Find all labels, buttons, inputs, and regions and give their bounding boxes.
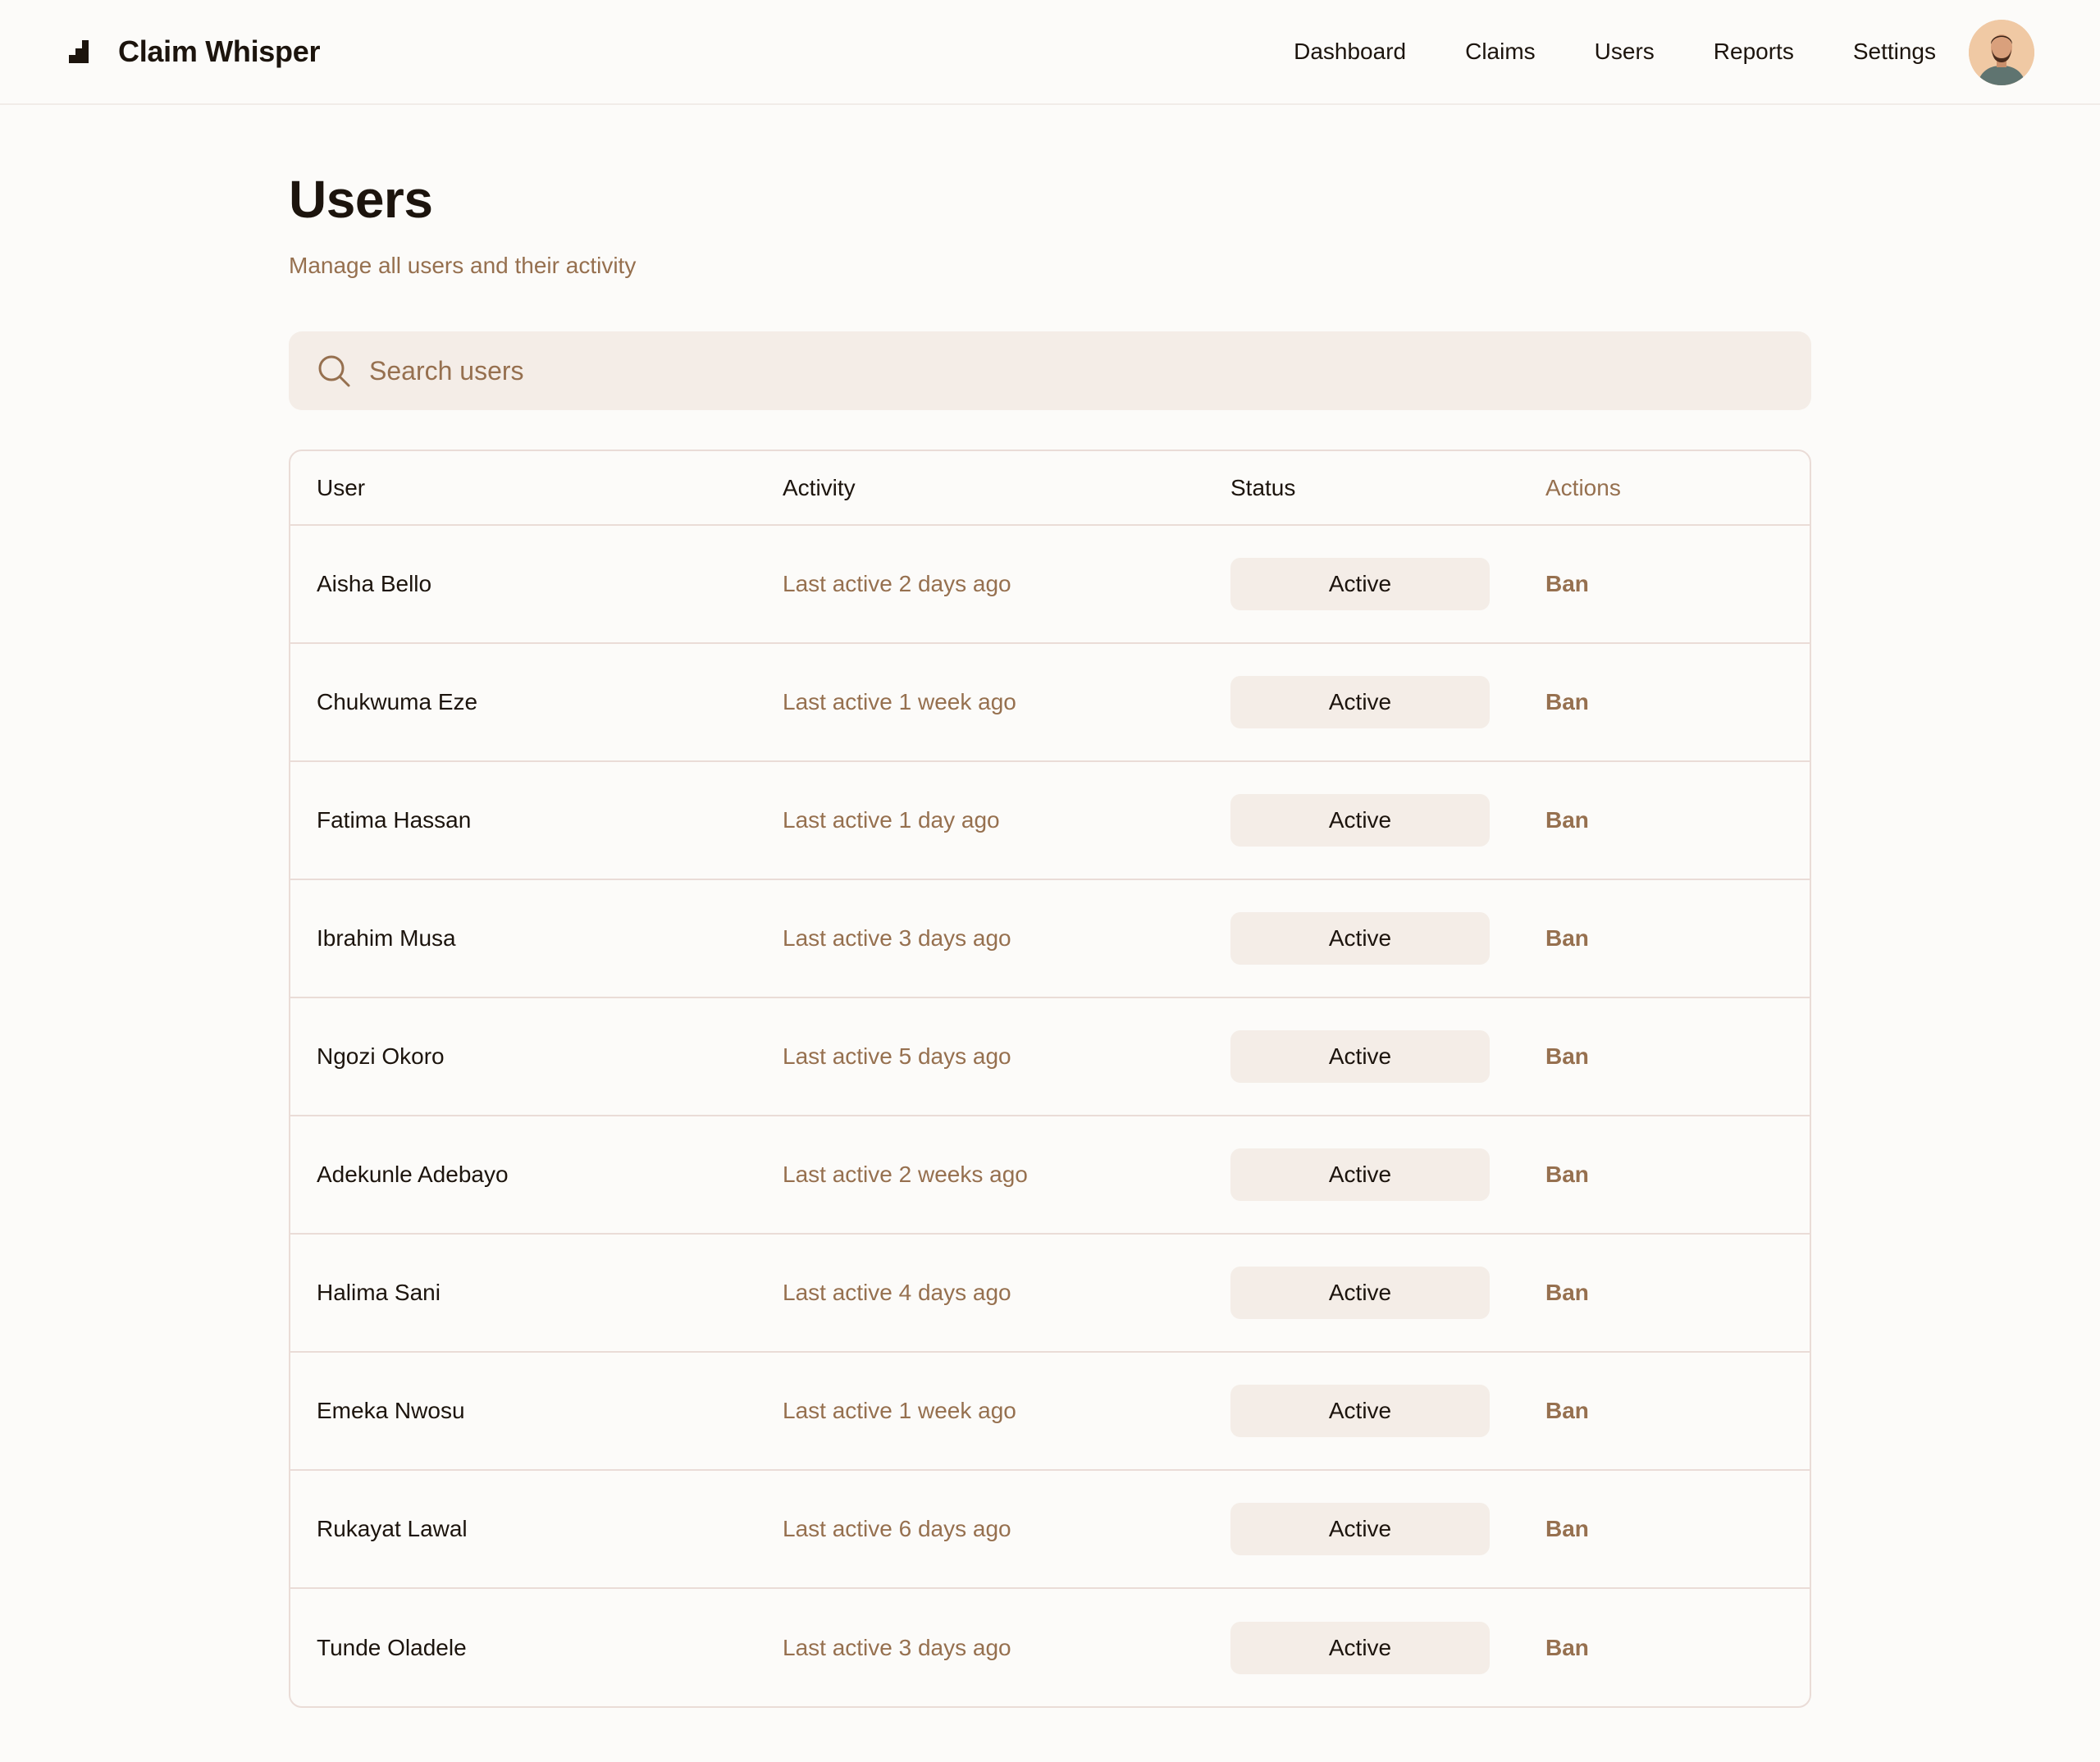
table-row: Emeka Nwosu Last active 1 week ago Activ…	[290, 1352, 1810, 1471]
main-nav: Dashboard Claims Users Reports Settings	[1235, 0, 1936, 103]
user-avatar[interactable]	[1969, 20, 2034, 85]
nav-reports[interactable]: Reports	[1714, 39, 1794, 65]
user-activity: Last active 1 week ago	[756, 1352, 1206, 1471]
user-name: Ibrahim Musa	[290, 879, 756, 998]
user-name: Ngozi Okoro	[290, 997, 756, 1116]
users-table: User Activity Status Actions Aisha Bello…	[290, 451, 1810, 1706]
user-name: Aisha Bello	[290, 525, 756, 644]
user-activity: Last active 3 days ago	[783, 1634, 1011, 1660]
status-badge[interactable]: Active	[1230, 912, 1490, 965]
ban-button[interactable]: Ban	[1545, 807, 1589, 833]
ban-button[interactable]: Ban	[1545, 1043, 1589, 1069]
status-badge[interactable]: Active	[1230, 1148, 1490, 1201]
column-header-status: Status	[1206, 451, 1519, 526]
app-title: Claim Whisper	[118, 34, 321, 68]
status-badge[interactable]: Active	[1230, 1030, 1490, 1083]
table-row: Ngozi Okoro Last active 5 days ago Activ…	[290, 997, 1810, 1116]
page-subtitle: Manage all users and their activity	[289, 253, 637, 278]
table-row: Rukayat Lawal Last active 6 days ago Act…	[290, 1470, 1810, 1589]
table-header-row: User Activity Status Actions	[290, 451, 1810, 526]
user-name: Chukwuma Eze	[290, 643, 756, 762]
table-row: Ibrahim Musa Last active 3 days ago Acti…	[290, 879, 1810, 998]
table-row: Aisha Bello Last active 2 days ago Activ…	[290, 525, 1810, 644]
user-name: Halima Sani	[290, 1234, 756, 1353]
status-badge[interactable]: Active	[1230, 794, 1490, 847]
table-row: Fatima Hassan Last active 1 day ago Acti…	[290, 761, 1810, 880]
ban-button[interactable]: Ban	[1545, 1398, 1589, 1423]
status-badge[interactable]: Active	[1230, 1385, 1490, 1437]
status-badge[interactable]: Active	[1230, 676, 1490, 728]
table-row: Tunde Oladele Last active 3 days ago Act…	[290, 1588, 1810, 1706]
search-input[interactable]	[369, 355, 1764, 386]
search-bar[interactable]	[289, 331, 1811, 410]
ban-button[interactable]: Ban	[1545, 1280, 1589, 1305]
page-title: Users	[289, 170, 433, 229]
user-activity: Last active 6 days ago	[756, 1470, 1206, 1589]
column-header-actions: Actions	[1519, 451, 1810, 526]
column-header-activity: Activity	[756, 451, 1206, 526]
ban-button[interactable]: Ban	[1545, 1162, 1589, 1187]
users-table-container: User Activity Status Actions Aisha Bello…	[289, 450, 1811, 1708]
avatar-portrait-icon	[1969, 20, 2034, 85]
user-activity: Last active 1 week ago	[756, 643, 1206, 762]
status-badge[interactable]: Active	[1230, 1621, 1490, 1674]
ban-button[interactable]: Ban	[1545, 689, 1589, 714]
user-name: Fatima Hassan	[290, 761, 756, 880]
user-name: Tunde Oladele	[317, 1634, 467, 1660]
nav-dashboard[interactable]: Dashboard	[1294, 39, 1406, 65]
ban-button[interactable]: Ban	[1545, 925, 1589, 951]
user-activity: Last active 5 days ago	[756, 997, 1206, 1116]
user-name: Emeka Nwosu	[290, 1352, 756, 1471]
status-badge[interactable]: Active	[1230, 1267, 1490, 1319]
table-row: Chukwuma Eze Last active 1 week ago Acti…	[290, 643, 1810, 762]
user-activity: Last active 2 weeks ago	[756, 1116, 1206, 1235]
logo-icon	[69, 40, 89, 63]
user-activity: Last active 3 days ago	[756, 879, 1206, 998]
table-row: Halima Sani Last active 4 days ago Activ…	[290, 1234, 1810, 1353]
nav-claims[interactable]: Claims	[1465, 39, 1536, 65]
nav-settings[interactable]: Settings	[1853, 39, 1936, 65]
column-header-user: User	[290, 451, 756, 526]
user-name: Rukayat Lawal	[290, 1470, 756, 1589]
status-badge[interactable]: Active	[1230, 558, 1490, 610]
ban-button[interactable]: Ban	[1545, 571, 1589, 596]
user-activity: Last active 1 day ago	[756, 761, 1206, 880]
brand[interactable]: Claim Whisper	[67, 0, 320, 103]
status-badge[interactable]: Active	[1230, 1503, 1490, 1555]
search-icon	[318, 355, 350, 387]
user-name: Adekunle Adebayo	[290, 1116, 756, 1235]
ban-button[interactable]: Ban	[1545, 1516, 1589, 1541]
table-row: Adekunle Adebayo Last active 2 weeks ago…	[290, 1116, 1810, 1235]
user-activity: Last active 4 days ago	[756, 1234, 1206, 1353]
user-activity: Last active 2 days ago	[756, 525, 1206, 644]
ban-button[interactable]: Ban	[1545, 1635, 1589, 1660]
top-navigation-bar: Claim Whisper Dashboard Claims Users Rep…	[0, 0, 2100, 105]
nav-users[interactable]: Users	[1595, 39, 1655, 65]
